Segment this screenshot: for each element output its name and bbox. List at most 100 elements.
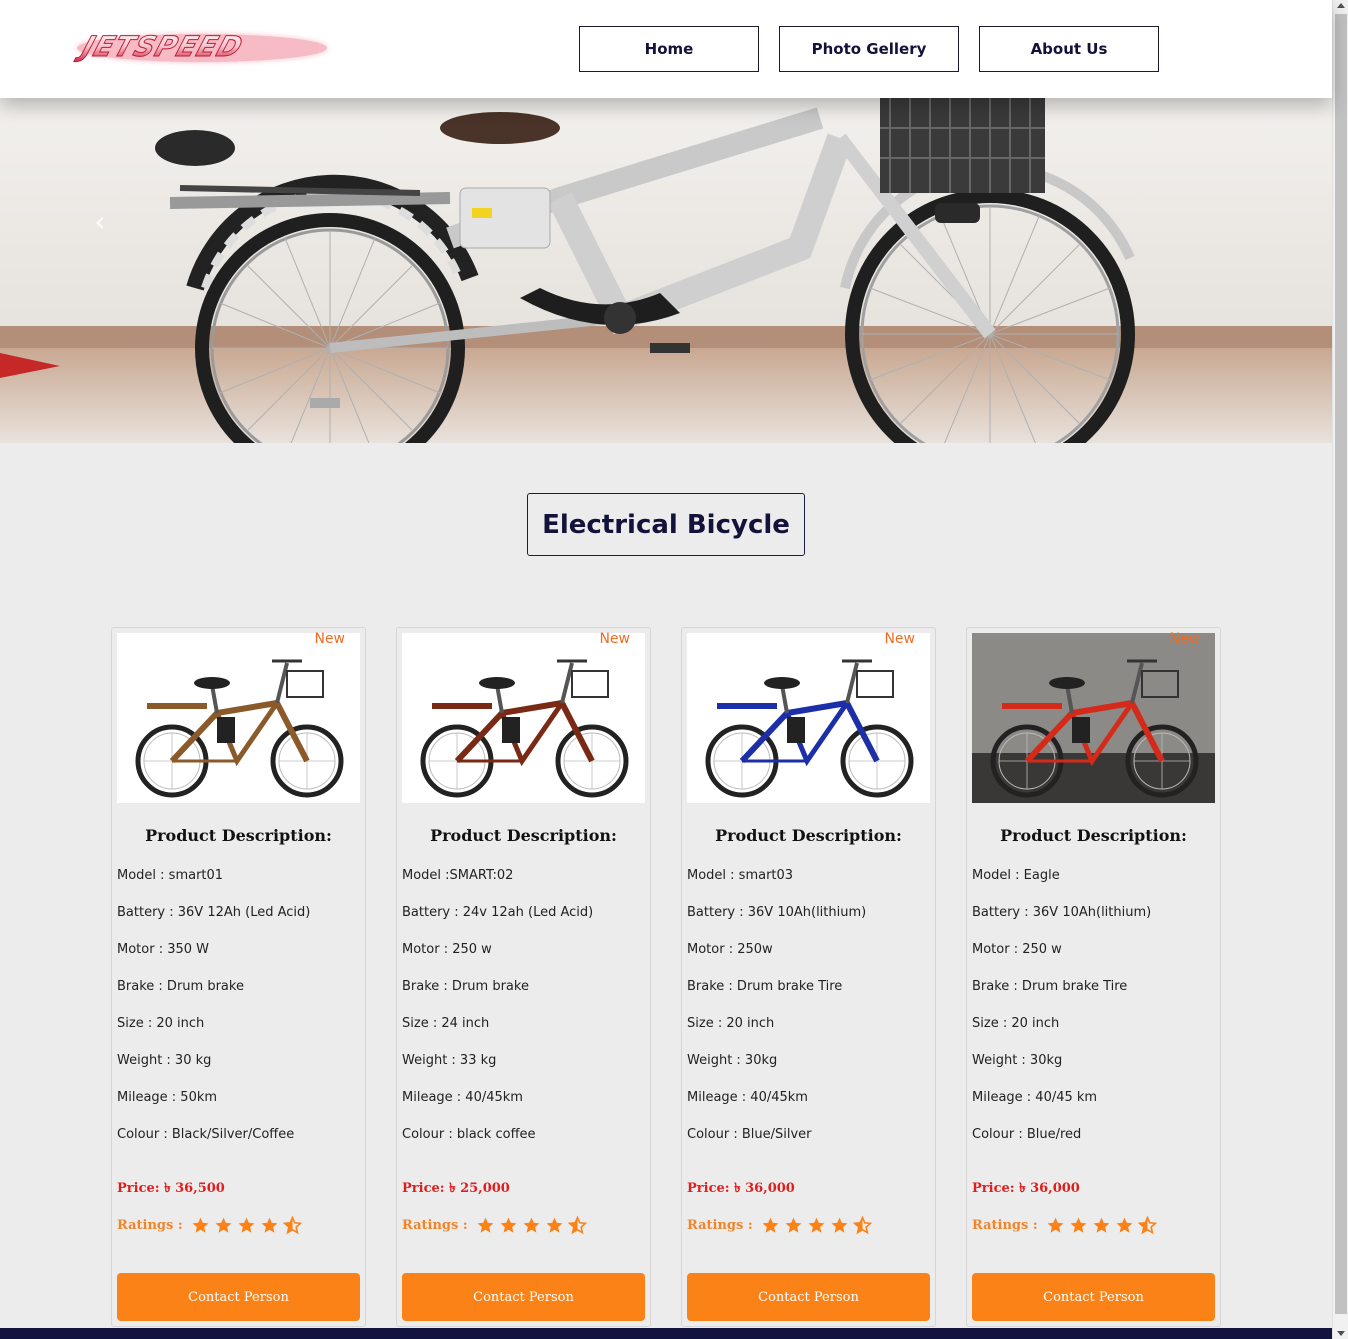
svg-text:JETSPEED: JETSPEED	[73, 30, 247, 63]
star-filled-icon	[500, 1217, 517, 1233]
product-spec: Model :SMART:02	[402, 868, 514, 883]
product-spec: Model : Eagle	[972, 868, 1060, 883]
product-price: Price: ৳ 36,500	[117, 1181, 225, 1196]
product-spec: Battery : 24v 12ah (Led Acid)	[402, 905, 594, 920]
product-ratings: Ratings :	[402, 1216, 587, 1235]
product-spec: Brake : Drum brake Tire	[972, 979, 1128, 994]
star-filled-icon	[762, 1217, 779, 1233]
product-spec: Mileage : 40/45 km	[972, 1090, 1098, 1105]
product-spec: Size : 20 inch	[117, 1016, 205, 1031]
star-filled-icon	[1093, 1217, 1110, 1233]
product-ratings: Ratings :	[117, 1216, 302, 1235]
contact-person-button[interactable]: Contact Person	[972, 1273, 1215, 1321]
product-spec: Colour : black coffee	[402, 1127, 536, 1142]
ratings-label: Ratings :	[687, 1218, 753, 1233]
nav-photo-gallery-button[interactable]: Photo Gellery	[779, 26, 959, 72]
rating-stars	[476, 1216, 587, 1235]
star-half-icon	[1137, 1216, 1157, 1235]
rating-stars	[761, 1216, 872, 1235]
hero-bicycle-image	[0, 98, 1332, 443]
nav-about-us-button[interactable]: About Us	[979, 26, 1159, 72]
product-spec: Mileage : 40/45km	[687, 1090, 808, 1105]
product-specs-list: Model : Eagle Battery : 36V 10Ah(lithium)…	[972, 868, 1151, 1164]
rating-stars	[1046, 1216, 1157, 1235]
product-price: Price: ৳ 25,000	[402, 1181, 510, 1196]
vertical-scrollbar[interactable]	[1332, 0, 1348, 1339]
contact-person-button[interactable]: Contact Person	[687, 1273, 930, 1321]
hero-carousel: ‹	[0, 98, 1332, 443]
product-card: New Product Description: Model : smart03…	[681, 627, 936, 1327]
product-image[interactable]	[117, 633, 360, 803]
star-filled-icon	[785, 1217, 802, 1233]
product-spec: Weight : 30 kg	[117, 1053, 212, 1068]
product-spec: Mileage : 50km	[117, 1090, 218, 1105]
product-description-title: Product Description:	[145, 826, 332, 845]
star-half-icon	[852, 1216, 872, 1235]
product-specs-list: Model : smart01 Battery : 36V 12Ah (Led A…	[117, 868, 310, 1164]
footer-bar	[0, 1328, 1332, 1339]
product-spec: Model : smart03	[687, 868, 794, 883]
star-filled-icon	[523, 1217, 540, 1233]
star-filled-icon	[1070, 1217, 1087, 1233]
product-spec: Motor : 250 w	[972, 942, 1062, 957]
product-card: New Product Description: Model : Eagle Ba…	[966, 627, 1221, 1327]
product-card: New Product Description: Model : smart01…	[111, 627, 366, 1327]
product-spec: Colour : Blue/Silver	[687, 1127, 812, 1142]
new-badge: New	[599, 631, 630, 647]
product-ratings: Ratings :	[687, 1216, 872, 1235]
new-badge: New	[884, 631, 915, 647]
star-filled-icon	[1116, 1217, 1133, 1233]
jetspeed-logo[interactable]: JETSPEED	[72, 26, 332, 68]
star-filled-icon	[477, 1217, 494, 1233]
product-spec: Colour : Black/Silver/Coffee	[117, 1127, 295, 1142]
main-nav: Home Photo Gellery About Us	[579, 26, 1159, 72]
star-filled-icon	[238, 1217, 255, 1233]
product-spec: Motor : 250 w	[402, 942, 492, 957]
ratings-label: Ratings :	[972, 1218, 1038, 1233]
product-spec: Motor : 250w	[687, 942, 773, 957]
carousel-prev-arrow-icon[interactable]: ‹	[88, 206, 112, 238]
site-header: JETSPEED Home Photo Gellery About Us	[0, 0, 1332, 98]
product-spec: Weight : 33 kg	[402, 1053, 497, 1068]
ratings-label: Ratings :	[402, 1218, 468, 1233]
product-spec: Model : smart01	[117, 868, 224, 883]
product-spec: Size : 24 inch	[402, 1016, 490, 1031]
product-spec: Motor : 350 W	[117, 942, 210, 957]
product-spec: Brake : Drum brake	[402, 979, 529, 994]
product-ratings: Ratings :	[972, 1216, 1157, 1235]
star-filled-icon	[215, 1217, 232, 1233]
scroll-up-arrow-icon[interactable]	[1337, 3, 1345, 8]
product-description-title: Product Description:	[430, 826, 617, 845]
star-filled-icon	[192, 1217, 209, 1233]
scroll-down-arrow-icon[interactable]	[1337, 1331, 1345, 1336]
section-title: Electrical Bicycle	[527, 493, 805, 556]
product-spec: Brake : Drum brake	[117, 979, 244, 994]
star-filled-icon	[1047, 1217, 1064, 1233]
product-image[interactable]	[687, 633, 930, 803]
contact-person-button[interactable]: Contact Person	[402, 1273, 645, 1321]
ratings-label: Ratings :	[117, 1218, 183, 1233]
product-spec: Size : 20 inch	[972, 1016, 1060, 1031]
product-specs-list: Model : smart03 Battery : 36V 10Ah(lithiu…	[687, 868, 866, 1164]
contact-person-button[interactable]: Contact Person	[117, 1273, 360, 1321]
scrollbar-thumb[interactable]	[1335, 14, 1347, 1314]
rating-stars	[191, 1216, 302, 1235]
star-half-icon	[282, 1216, 302, 1235]
product-specs-list: Model :SMART:02 Battery : 24v 12ah (Led A…	[402, 868, 593, 1164]
star-filled-icon	[261, 1217, 278, 1233]
product-description-title: Product Description:	[1000, 826, 1187, 845]
product-spec: Mileage : 40/45km	[402, 1090, 523, 1105]
product-spec: Brake : Drum brake Tire	[687, 979, 843, 994]
nav-home-button[interactable]: Home	[579, 26, 759, 72]
star-filled-icon	[546, 1217, 563, 1233]
star-half-icon	[567, 1216, 587, 1235]
product-spec: Battery : 36V 10Ah(lithium)	[972, 905, 1152, 920]
product-image[interactable]	[402, 633, 645, 803]
product-spec: Weight : 30kg	[687, 1053, 778, 1068]
star-filled-icon	[808, 1217, 825, 1233]
product-spec: Size : 20 inch	[687, 1016, 775, 1031]
new-badge: New	[1169, 631, 1200, 647]
new-badge: New	[314, 631, 345, 647]
product-spec: Battery : 36V 12Ah (Led Acid)	[117, 905, 311, 920]
product-image[interactable]	[972, 633, 1215, 803]
